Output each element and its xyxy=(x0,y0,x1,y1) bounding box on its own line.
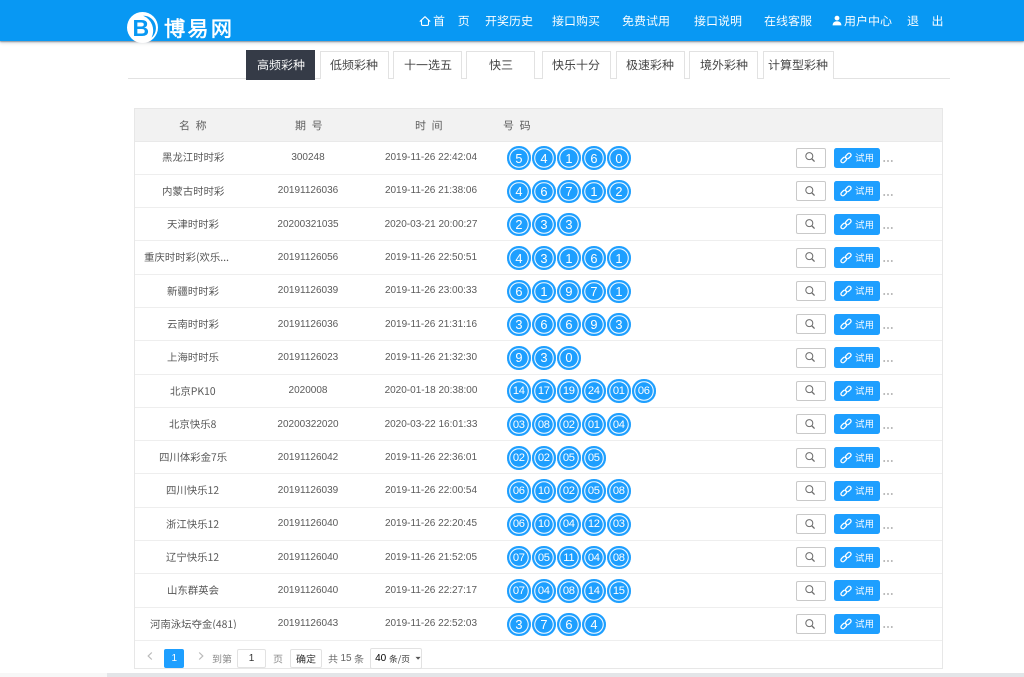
svg-text:B: B xyxy=(132,15,149,41)
